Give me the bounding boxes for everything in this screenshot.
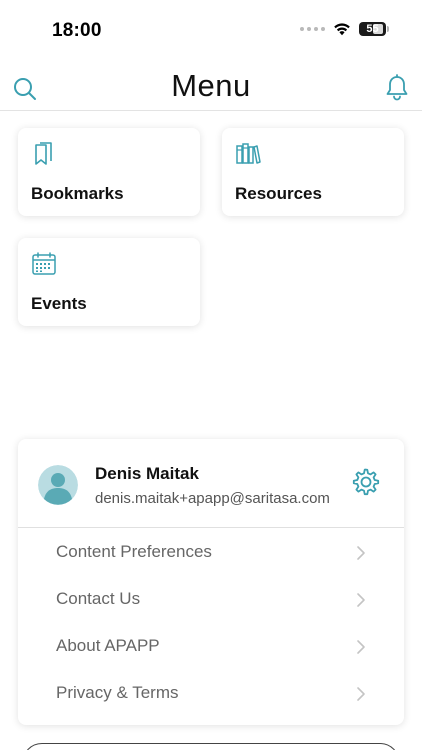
calendar-icon: [32, 252, 56, 275]
gear-icon: [352, 468, 380, 496]
menu-item-label: Contact Us: [56, 589, 141, 608]
books-icon: [236, 143, 261, 164]
menu-item-label: Content Preferences: [56, 542, 212, 561]
status-icons: 55: [300, 22, 389, 36]
menu-item-content-preferences[interactable]: Content Preferences: [18, 529, 404, 576]
user-avatar-icon: [38, 465, 78, 505]
bottom-button-outline[interactable]: [22, 743, 400, 750]
page-title: Menu: [171, 68, 251, 103]
chevron-right-icon: [357, 593, 365, 607]
tile-events[interactable]: Events: [18, 238, 200, 326]
menu-item-privacy-terms[interactable]: Privacy & Terms: [18, 670, 404, 717]
user-email: denis.maitak+apapp@saritasa.com: [95, 490, 330, 507]
status-bar: 18:00 55: [0, 0, 422, 60]
avatar: [38, 465, 78, 505]
battery-level: 55: [366, 23, 379, 35]
menu-item-label: Privacy & Terms: [56, 683, 179, 702]
menu-item-label: About APAPP: [56, 636, 160, 655]
settings-button[interactable]: [348, 465, 382, 499]
chevron-right-icon: [357, 687, 365, 701]
profile-row[interactable]: Denis Maitak denis.maitak+apapp@saritasa…: [18, 439, 404, 528]
bookmarks-icon: [35, 142, 52, 165]
chevron-right-icon: [357, 640, 365, 654]
menu-item-contact-us[interactable]: Contact Us: [18, 576, 404, 623]
tile-label: Bookmarks: [31, 184, 124, 203]
battery-icon: 55: [359, 22, 389, 36]
status-time: 18:00: [52, 20, 102, 41]
tile-label: Events: [31, 294, 87, 313]
tile-resources[interactable]: Resources: [222, 128, 404, 216]
tile-bookmarks[interactable]: Bookmarks: [18, 128, 200, 216]
wifi-icon: [334, 23, 350, 36]
tile-label: Resources: [235, 184, 322, 203]
notifications-button[interactable]: [384, 74, 410, 102]
user-name: Denis Maitak: [95, 464, 199, 483]
bell-icon: [386, 74, 408, 101]
menu-item-about[interactable]: About APAPP: [18, 623, 404, 670]
chevron-right-icon: [357, 546, 365, 560]
header: Menu: [0, 60, 422, 111]
account-card: Denis Maitak denis.maitak+apapp@saritasa…: [18, 439, 404, 725]
signal-dots-icon: [300, 27, 325, 31]
